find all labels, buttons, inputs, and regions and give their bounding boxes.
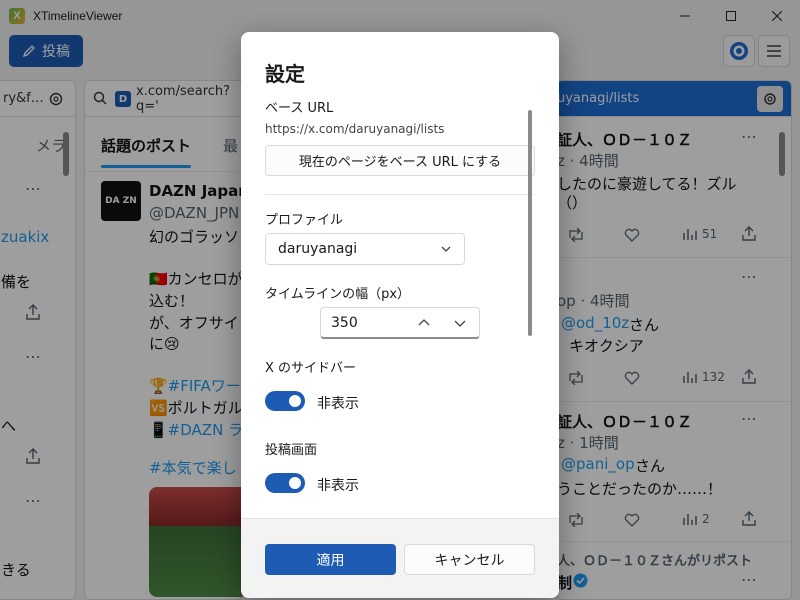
cancel-button-label: キャンセル	[434, 552, 505, 569]
apply-button-label: 適用	[316, 552, 345, 569]
sidebar-toggle-label: 非表示	[317, 396, 359, 412]
dialog-scrollbar[interactable]	[528, 110, 532, 336]
chevron-down-icon	[441, 246, 451, 252]
compose-setting-label: 投稿画面	[265, 443, 318, 458]
base-url-label: ベース URL	[265, 101, 334, 116]
timeline-width-value: 350	[331, 314, 358, 331]
cancel-button[interactable]: キャンセル	[404, 544, 535, 575]
set-base-url-label: 現在のページをベース URL にする	[298, 155, 502, 170]
dialog-footer: 適用 キャンセル	[241, 518, 559, 598]
timeline-width-input[interactable]: 350	[320, 307, 480, 339]
compose-toggle[interactable]	[265, 473, 305, 493]
set-base-url-button[interactable]: 現在のページをベース URL にする	[265, 145, 535, 176]
dialog-title: 設定	[265, 62, 305, 86]
sidebar-toggle[interactable]	[265, 391, 305, 411]
base-url-value: https://x.com/daruyanagi/lists	[265, 122, 445, 136]
profile-label: プロファイル	[265, 213, 344, 228]
chevron-up-icon[interactable]	[417, 316, 431, 330]
chevron-down-icon[interactable]	[453, 316, 467, 330]
settings-dialog: 設定 ベース URL https://x.com/daruyanagi/list…	[241, 32, 559, 598]
timeline-width-label: タイムラインの幅（px）	[265, 287, 411, 302]
profile-select[interactable]: daruyanagi	[265, 233, 465, 265]
settings-scroll-area[interactable]: ベース URL https://x.com/daruyanagi/lists 現…	[241, 92, 559, 518]
apply-button[interactable]: 適用	[265, 544, 396, 575]
divider	[265, 194, 535, 195]
profile-value: daruyanagi	[278, 241, 358, 257]
compose-toggle-label: 非表示	[317, 478, 359, 494]
sidebar-setting-label: X のサイドバー	[265, 361, 357, 376]
